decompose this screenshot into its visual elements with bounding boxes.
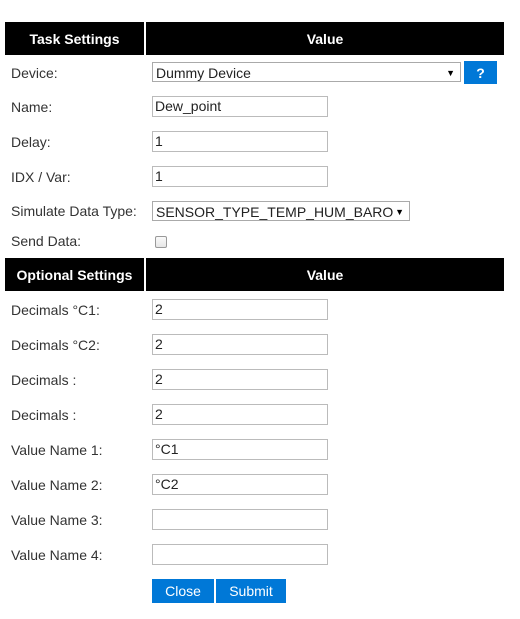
send-data-label: Send Data: <box>11 233 82 249</box>
simulate-data-type-value: SENSOR_TYPE_TEMP_HUM_BARO <box>156 204 394 220</box>
dropdown-arrow-icon: ▼ <box>446 68 455 78</box>
decimals-4-label: Decimals : <box>11 407 77 423</box>
decimals-c2-input[interactable] <box>152 334 328 355</box>
dropdown-arrow-icon: ▼ <box>395 207 404 217</box>
idx-input[interactable] <box>152 166 328 187</box>
optional-settings-header: Optional Settings <box>5 258 144 291</box>
decimals-4-input[interactable] <box>152 404 328 425</box>
device-select[interactable]: Dummy Device ▼ <box>152 62 461 82</box>
device-label: Device: <box>11 65 58 81</box>
value-name-2-label: Value Name 2: <box>11 477 103 493</box>
delay-input[interactable] <box>152 131 328 152</box>
simulate-data-type-select[interactable]: SENSOR_TYPE_TEMP_HUM_BARO ▼ <box>152 201 410 221</box>
value-name-3-label: Value Name 3: <box>11 512 103 528</box>
decimals-3-input[interactable] <box>152 369 328 390</box>
decimals-3-label: Decimals : <box>11 372 77 388</box>
close-button[interactable]: Close <box>152 579 214 603</box>
task-value-header: Value <box>146 22 504 55</box>
value-name-1-label: Value Name 1: <box>11 442 103 458</box>
name-input[interactable] <box>152 96 328 117</box>
value-name-2-input[interactable] <box>152 474 328 495</box>
send-data-checkbox[interactable] <box>155 236 167 248</box>
value-name-1-input[interactable] <box>152 439 328 460</box>
device-select-value: Dummy Device <box>156 65 251 81</box>
decimals-c1-input[interactable] <box>152 299 328 320</box>
value-name-4-label: Value Name 4: <box>11 547 103 563</box>
value-name-4-input[interactable] <box>152 544 328 565</box>
optional-value-header: Value <box>146 258 504 291</box>
value-name-3-input[interactable] <box>152 509 328 530</box>
idx-label: IDX / Var: <box>11 169 71 185</box>
simulate-data-type-label: Simulate Data Type: <box>11 203 137 219</box>
task-settings-header: Task Settings <box>5 22 144 55</box>
delay-label: Delay: <box>11 134 51 150</box>
decimals-c1-label: Decimals °C1: <box>11 302 100 318</box>
help-button[interactable]: ? <box>464 61 497 84</box>
decimals-c2-label: Decimals °C2: <box>11 337 100 353</box>
name-label: Name: <box>11 99 53 115</box>
submit-button[interactable]: Submit <box>216 579 286 603</box>
